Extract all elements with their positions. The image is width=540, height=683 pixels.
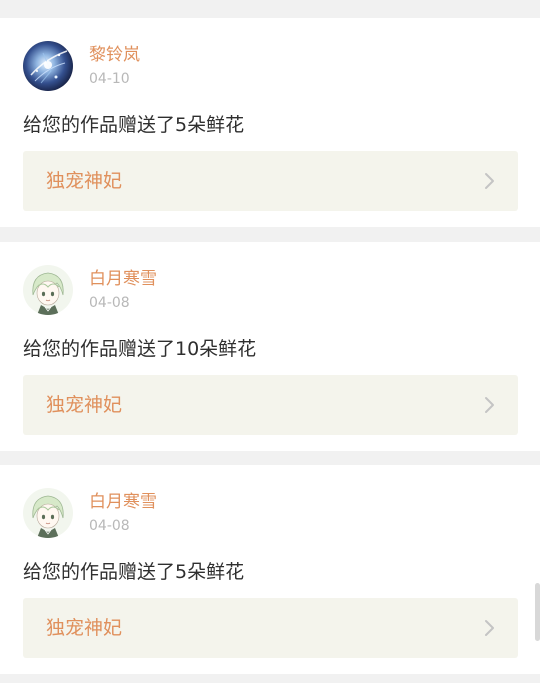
notification-message: 给您的作品赠送了5朵鲜花 — [23, 561, 245, 583]
galaxy-art-avatar-icon — [23, 41, 73, 91]
notification-card: 白月寒雪 04-08 给您的作品赠送了5朵鲜花 独宠神妃 — [0, 465, 540, 674]
user-avatar[interactable] — [23, 41, 73, 91]
anime-girl-avatar-icon — [23, 488, 73, 538]
notification-message: 给您的作品赠送了5朵鲜花 — [23, 114, 245, 136]
work-title: 独宠神妃 — [46, 617, 123, 639]
notification-feed: 黎铃岚 04-10 给您的作品赠送了5朵鲜花 独宠神妃 白月寒雪 04-08 给… — [0, 0, 540, 683]
notification-card: 黎铃岚 04-10 给您的作品赠送了5朵鲜花 独宠神妃 — [0, 18, 540, 227]
chevron-right-icon — [484, 172, 496, 190]
notification-date: 04-10 — [89, 71, 130, 87]
work-link[interactable]: 独宠神妃 — [23, 151, 518, 211]
anime-girl-avatar-icon — [23, 265, 73, 315]
chevron-right-icon — [484, 619, 496, 637]
notification-card: 白月寒雪 04-08 给您的作品赠送了10朵鲜花 独宠神妃 — [0, 242, 540, 451]
work-title: 独宠神妃 — [46, 394, 123, 416]
chevron-right-icon — [484, 396, 496, 414]
user-avatar[interactable] — [23, 265, 73, 315]
work-title: 独宠神妃 — [46, 170, 123, 192]
username[interactable]: 白月寒雪 — [89, 491, 157, 513]
user-avatar[interactable] — [23, 488, 73, 538]
work-link[interactable]: 独宠神妃 — [23, 375, 518, 435]
scrollbar[interactable] — [535, 583, 540, 641]
username[interactable]: 白月寒雪 — [89, 268, 157, 290]
notification-message: 给您的作品赠送了10朵鲜花 — [23, 338, 257, 360]
work-link[interactable]: 独宠神妃 — [23, 598, 518, 658]
notification-date: 04-08 — [89, 295, 130, 311]
username[interactable]: 黎铃岚 — [89, 44, 140, 66]
notification-date: 04-08 — [89, 518, 130, 534]
